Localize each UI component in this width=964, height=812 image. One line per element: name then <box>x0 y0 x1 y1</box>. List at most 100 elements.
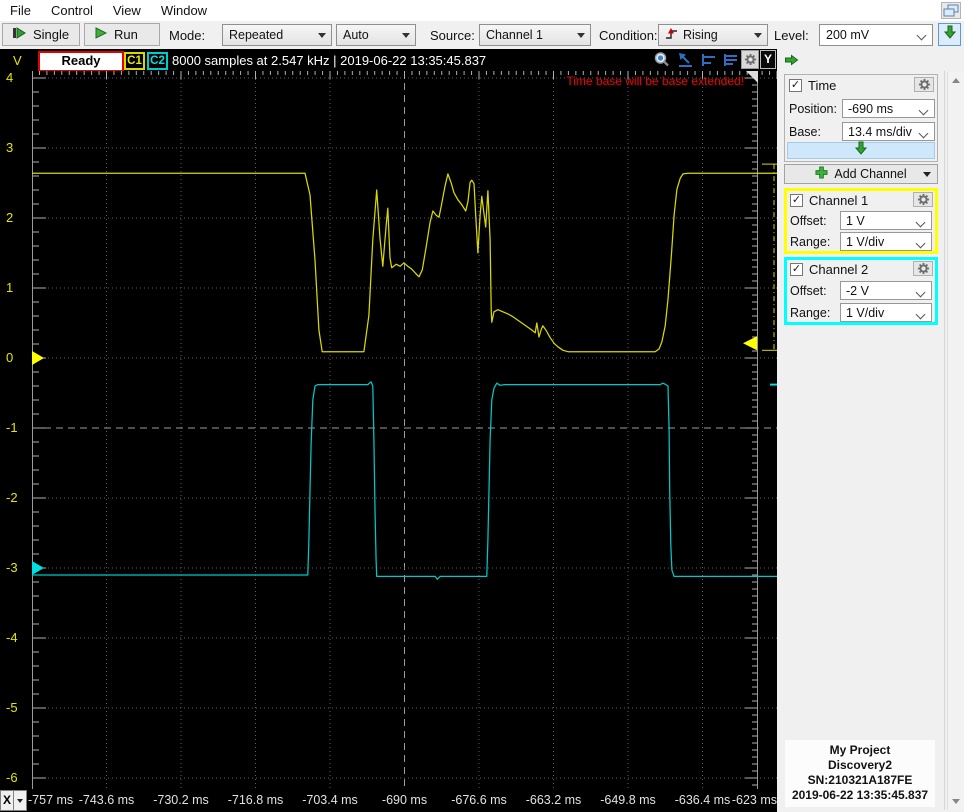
y-axis-labels: 43210-1-2-3-4-5-6 <box>0 71 32 789</box>
menu-item-window[interactable]: Window <box>151 0 217 18</box>
menu-item-view[interactable]: View <box>103 0 151 18</box>
y-tick-label: -5 <box>6 700 18 715</box>
zoom-tool-icon[interactable] <box>652 51 672 69</box>
level-input[interactable]: 200 mV <box>819 24 933 46</box>
y-tick-label: -6 <box>6 770 18 785</box>
menu-item-control[interactable]: Control <box>41 0 103 18</box>
run-button[interactable]: Run <box>84 23 160 46</box>
y-tick-label: 2 <box>6 210 13 225</box>
channel2-checkbox[interactable] <box>790 263 803 276</box>
channel2-group: Channel 2 Offset: -2 V Range: 1 V/div <box>784 257 938 325</box>
add-channel-button[interactable]: Add Channel <box>784 164 938 184</box>
channel1-range-label: Range: <box>790 235 830 249</box>
x-tick-label: -623 ms <box>732 793 777 807</box>
scope-plot-area[interactable]: Time base will be base extended! <box>32 71 777 789</box>
source-select[interactable]: Channel 1 <box>479 24 591 46</box>
right-panel: Time Position: -690 ms Base: 13.4 ms/div… <box>777 49 964 812</box>
source-label: Source: <box>430 28 475 43</box>
level-input-value: 200 mV <box>826 28 869 42</box>
scrollbar-down-arrow[interactable] <box>949 794 963 809</box>
y-tick-label: 1 <box>6 280 13 295</box>
time-checkbox[interactable] <box>789 79 802 92</box>
vertical-measure-icon[interactable] <box>721 51 741 69</box>
time-position-select[interactable]: -690 ms <box>842 99 935 118</box>
run-button-label: Run <box>114 27 138 42</box>
green-arrow-down-icon <box>944 25 956 44</box>
panel-scrollbar[interactable] <box>947 72 964 810</box>
mode-label: Mode: <box>169 28 205 43</box>
status-bar: V Ready C1 C2 8000 samples at 2.547 kHz … <box>0 49 777 71</box>
channel2-group-label: Channel 2 <box>809 262 868 277</box>
plot-settings-gear-button[interactable] <box>741 50 759 69</box>
channel2-range-select[interactable]: 1 V/div <box>840 303 932 322</box>
single-button[interactable]: Single <box>2 23 80 46</box>
x-tick-label: -757 ms <box>28 793 73 807</box>
project-name: My Project <box>785 743 935 758</box>
float-window-icon[interactable] <box>941 2 961 19</box>
channel1-checkbox[interactable] <box>790 194 803 207</box>
time-group: Time Position: -690 ms Base: 13.4 ms/div <box>784 74 938 162</box>
x-tick-label: -743.6 ms <box>79 793 135 807</box>
source-select-value: Channel 1 <box>486 28 543 42</box>
y-tick-label: 4 <box>6 70 13 85</box>
horizontal-measure-icon[interactable] <box>699 51 719 69</box>
time-base-select[interactable]: 13.4 ms/div <box>842 122 935 141</box>
condition-select-value: Rising <box>683 28 718 42</box>
channel2-offset-select[interactable]: -2 V <box>840 281 932 300</box>
panel-divider <box>944 71 945 810</box>
condition-select[interactable]: Rising <box>658 24 768 46</box>
channel1-offset-select[interactable]: 1 V <box>840 211 932 230</box>
x-tick-label: -663.2 ms <box>526 793 582 807</box>
x-tick-label: -676.6 ms <box>451 793 507 807</box>
waveforms-scope-window: { "menu": {"items": ["File", "Control", … <box>0 0 964 812</box>
scope-plot-canvas[interactable] <box>32 71 777 789</box>
x-tick-label: -703.4 ms <box>302 793 358 807</box>
channel2-badge[interactable]: C2 <box>147 52 168 70</box>
cursor-tool-icon[interactable] <box>676 51 696 69</box>
x-tick-label: -649.8 ms <box>600 793 656 807</box>
scrollbar-up-arrow[interactable] <box>949 73 963 88</box>
project-info: My Project Discovery2 SN:210321A187FE 20… <box>785 740 935 807</box>
rising-edge-icon <box>665 27 678 44</box>
channel1-range-value: 1 V/div <box>846 235 884 249</box>
x-axis-dropdown-button[interactable] <box>13 790 27 811</box>
acquisition-state-button[interactable]: Ready <box>38 51 124 72</box>
time-group-label: Time <box>808 78 836 93</box>
level-auto-button[interactable] <box>938 23 961 46</box>
mode-select[interactable]: Repeated <box>222 24 332 46</box>
channel1-badge[interactable]: C1 <box>124 52 145 70</box>
mode-aux-select-value: Auto <box>343 28 369 42</box>
channel1-offset-label: Offset: <box>790 214 827 228</box>
y-cursors-button[interactable]: Y <box>760 50 776 69</box>
toolbar: Single Run Mode: Repeated Auto Source: C… <box>0 21 964 49</box>
y-tick-label: 3 <box>6 140 13 155</box>
channel1-offset-marker <box>32 351 44 365</box>
plus-icon <box>815 166 828 182</box>
base-label: Base: <box>789 125 821 139</box>
channel1-settings-gear-button[interactable] <box>913 192 933 207</box>
time-settings-gear-button[interactable] <box>914 77 934 92</box>
y-axis-unit-label: V <box>13 53 22 68</box>
menu-item-file[interactable]: File <box>0 0 41 18</box>
y-tick-label: -4 <box>6 630 18 645</box>
channel1-offset-value: 1 V <box>846 214 865 228</box>
channel1-group-label: Channel 1 <box>809 193 868 208</box>
time-base-value: 13.4 ms/div <box>848 125 912 139</box>
trigger-offscreen-indicator <box>746 71 758 83</box>
y-tick-label: -1 <box>6 420 18 435</box>
panel-collapse-arrow-icon[interactable] <box>784 53 799 71</box>
channel2-offset-label: Offset: <box>790 284 827 298</box>
channel2-range-value: 1 V/div <box>846 306 884 320</box>
x-tick-label: -730.2 ms <box>153 793 209 807</box>
channel2-settings-gear-button[interactable] <box>913 261 933 276</box>
x-axis-button[interactable]: X <box>0 790 14 811</box>
channel1-range-select[interactable]: 1 V/div <box>840 232 932 251</box>
add-channel-dropdown-arrow <box>923 172 931 181</box>
menu-bar: FileControlViewWindow <box>0 0 964 21</box>
channel2-range-label: Range: <box>790 306 830 320</box>
run-icon <box>94 26 108 43</box>
level-label: Level: <box>774 28 809 43</box>
time-base-extend-indicator[interactable] <box>787 142 935 159</box>
mode-aux-select[interactable]: Auto <box>336 24 416 46</box>
green-arrow-down-icon <box>855 141 867 160</box>
